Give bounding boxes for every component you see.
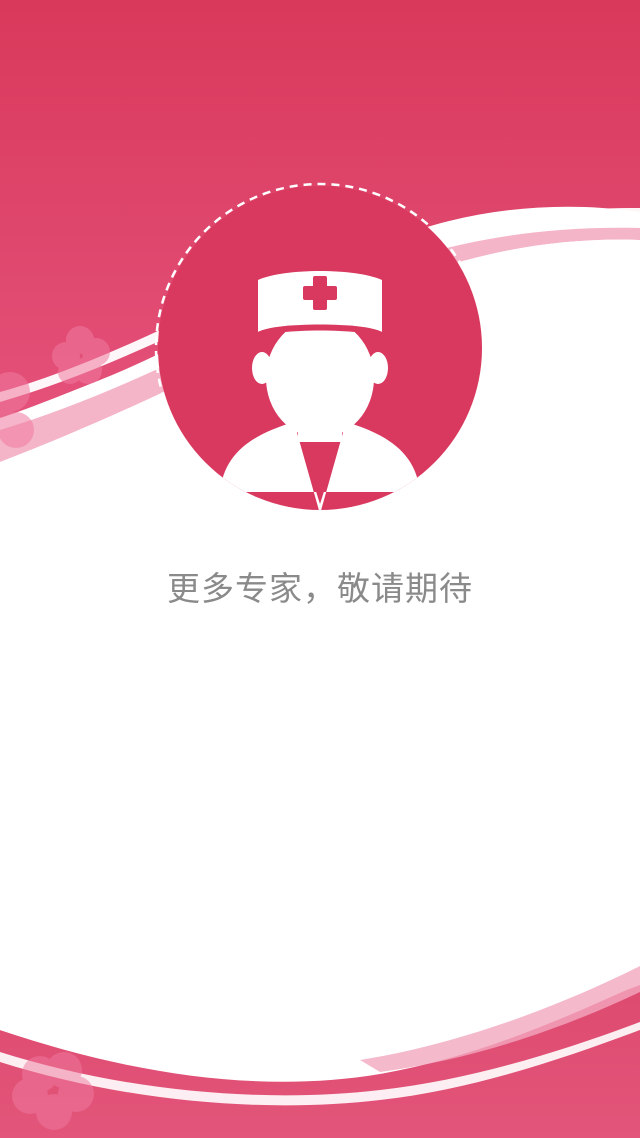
coming-soon-message: 更多专家，敬请期待 — [167, 569, 473, 608]
doctor-avatar-icon — [154, 182, 486, 514]
coming-soon-screen: 更多专家，敬请期待 — [0, 0, 640, 1138]
